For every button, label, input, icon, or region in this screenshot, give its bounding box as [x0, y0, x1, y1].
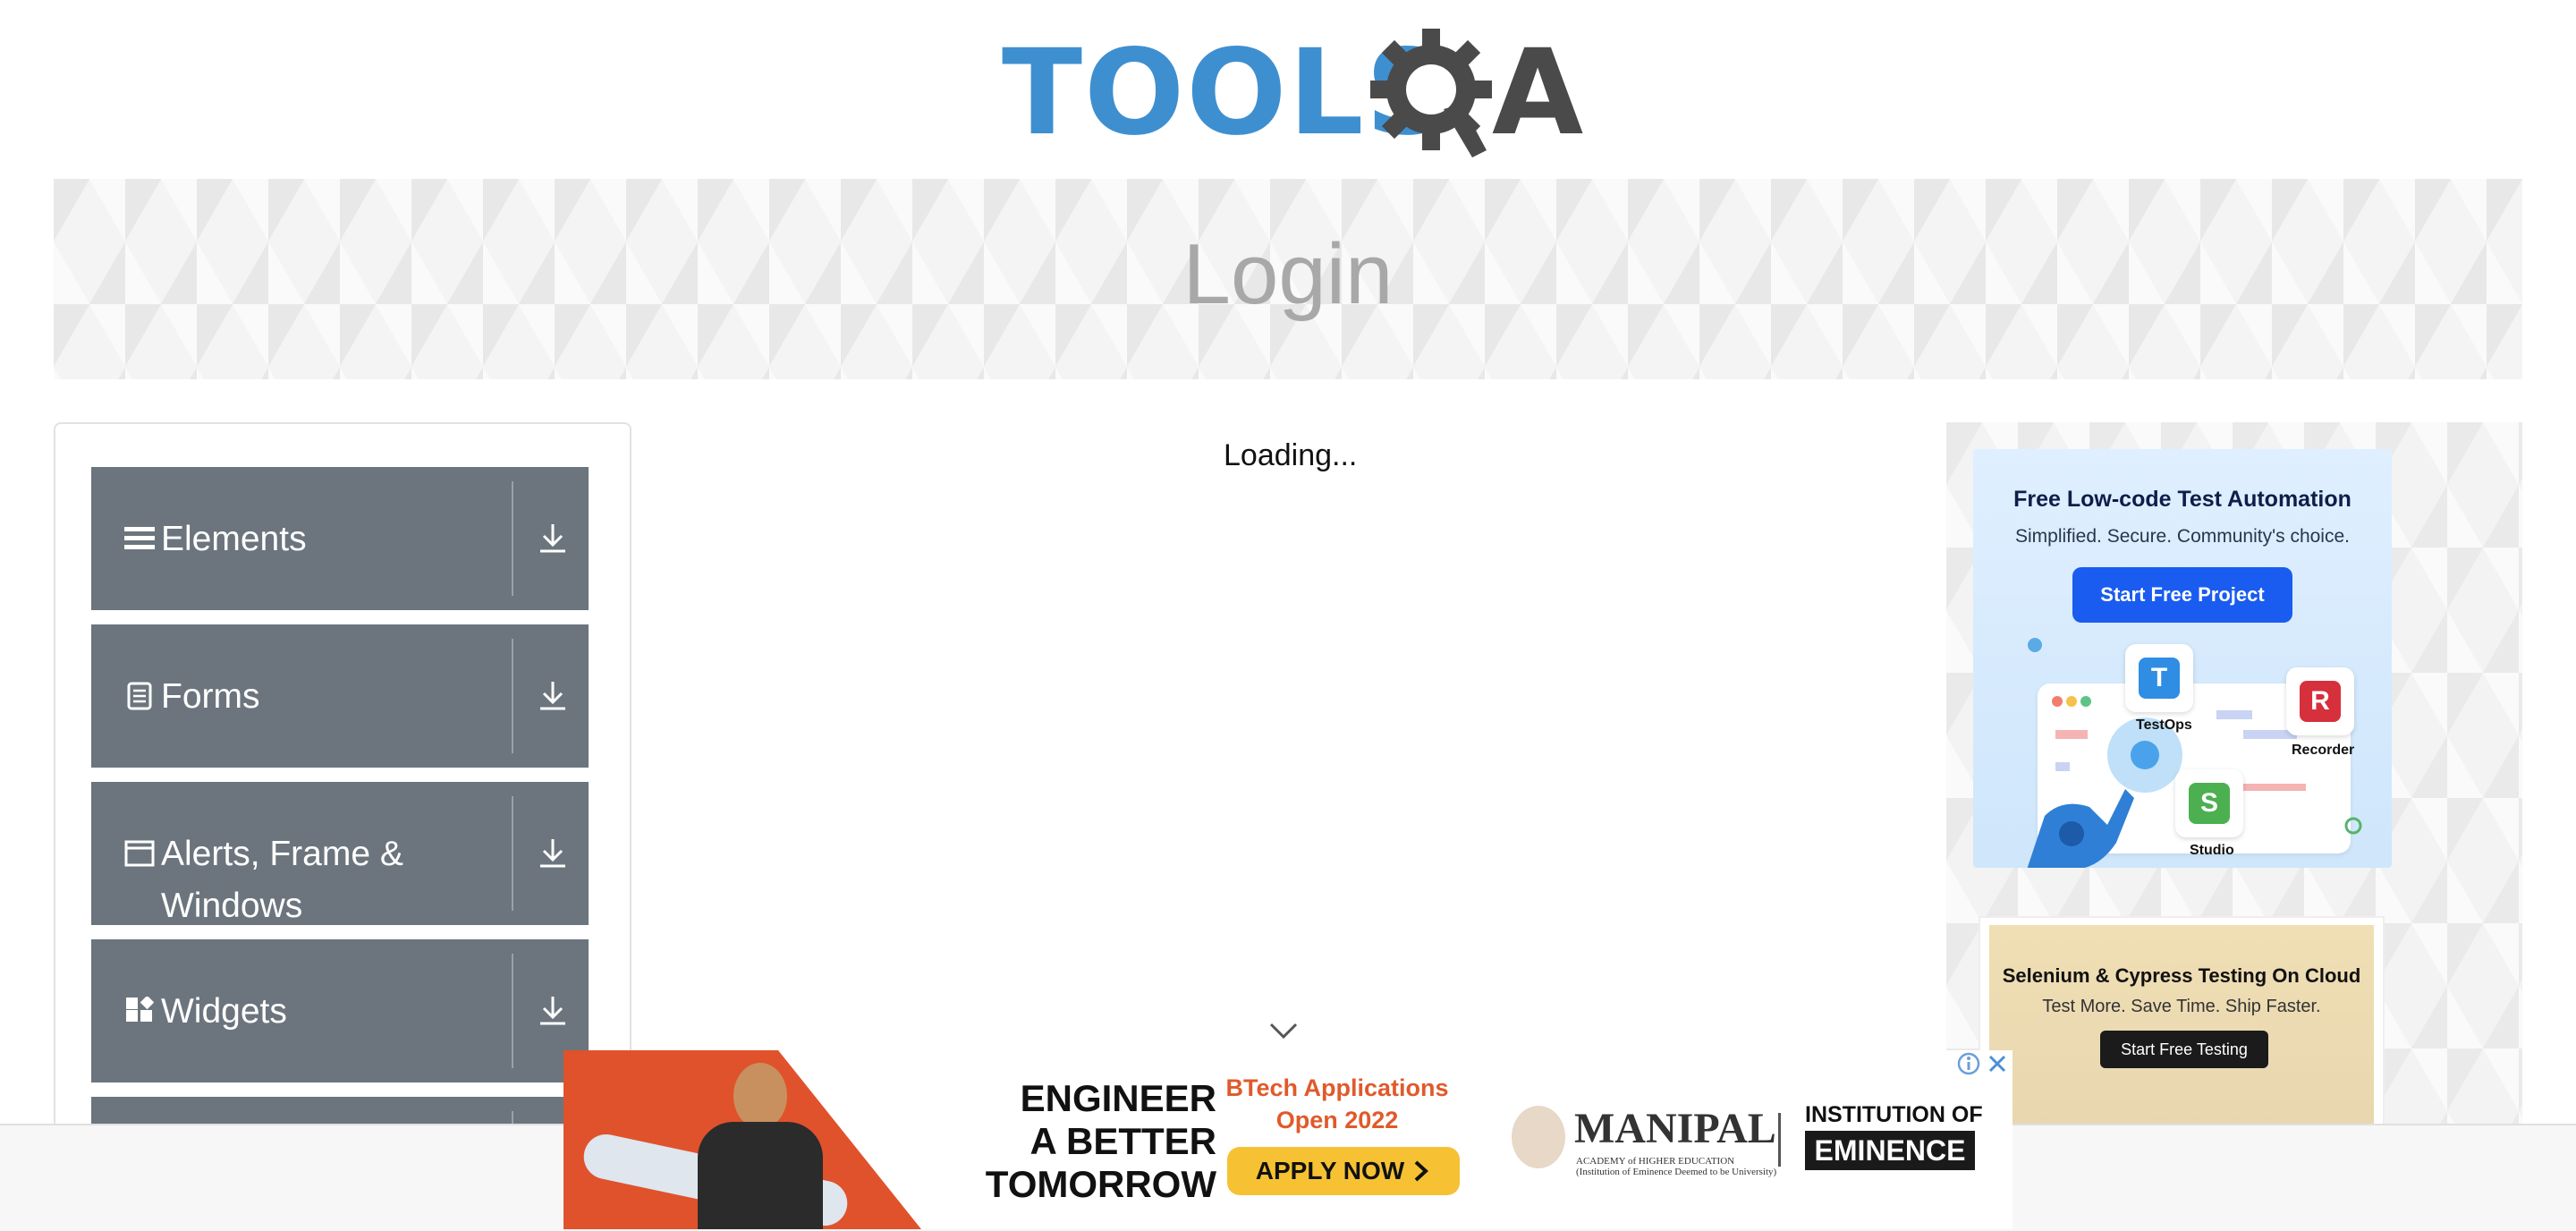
page-title: Login	[1182, 226, 1394, 322]
divider	[512, 481, 513, 596]
ad-subtitle: Test More. Save Time. Ship Faster.	[2042, 997, 2321, 1016]
ad-title: Selenium & Cypress Testing On Cloud	[2002, 964, 2361, 987]
toolsqa-logo[interactable]: TOOLS A	[1002, 27, 1583, 161]
btech-line-1: BTech Applications	[1225, 1074, 1449, 1101]
robot-icon	[2027, 789, 2134, 868]
studio-caption: Studio	[2190, 843, 2234, 858]
gear-icon	[1370, 29, 1492, 157]
person-image	[698, 1059, 823, 1229]
divider	[512, 954, 513, 1068]
loading-indicator: Loading...	[1224, 438, 1358, 472]
apply-now-button[interactable]: APPLY NOW	[1227, 1147, 1460, 1195]
institution-text: INSTITUTION OF	[1805, 1102, 1983, 1127]
start-free-project-button[interactable]: Start Free Project	[2072, 567, 2292, 623]
left-sidebar: Elements Forms Alerts, Frame & Windows W…	[54, 422, 631, 1231]
academy-text: ACADEMY of HIGHER EDUCATION	[1576, 1156, 1735, 1167]
manipal-logo-text: MANIPAL	[1574, 1105, 1776, 1152]
headline-line-2: A BETTER	[1030, 1120, 1216, 1162]
page-banner: Login	[54, 179, 2522, 379]
download-icon[interactable]	[533, 519, 572, 558]
dot-decoration	[2028, 638, 2042, 652]
divider	[512, 796, 513, 911]
ad-headline: ENGINEER A BETTER TOMORROW	[948, 1077, 1216, 1206]
sidebar-group-elements[interactable]: Elements	[91, 467, 589, 610]
btech-line-2: Open 2022	[1275, 1107, 1399, 1133]
sidebar-group-label: Elements	[161, 520, 307, 558]
ad-title: Free Low-code Test Automation	[2013, 487, 2351, 512]
recorder-caption: Recorder	[2292, 743, 2355, 758]
headline-line-1: ENGINEER	[1020, 1077, 1216, 1119]
sidebar-group-label: Alerts, Frame &	[161, 835, 403, 873]
recorder-tile: R	[2286, 667, 2354, 735]
headline-line-3: TOMORROW	[985, 1163, 1216, 1205]
hamburger-icon	[123, 522, 156, 555]
divider	[1778, 1113, 1781, 1167]
document-icon	[123, 680, 156, 712]
widgets-icon	[123, 995, 156, 1027]
start-free-testing-button[interactable]: Start Free Testing	[2100, 1031, 2268, 1068]
ad-inner: Selenium & Cypress Testing On Cloud Test…	[1989, 925, 2374, 1133]
logo-letter: A	[1492, 24, 1584, 162]
studio-tile: S	[2175, 769, 2243, 837]
ad-info-icon[interactable]	[1955, 1050, 1982, 1077]
sidebar-group-label: Forms	[161, 677, 260, 716]
divider	[512, 639, 513, 753]
dot-decoration	[2344, 817, 2362, 835]
download-icon[interactable]	[533, 834, 572, 873]
sidebar-group-label: Widgets	[161, 992, 287, 1031]
person-body	[698, 1122, 823, 1229]
sidebar-group-forms[interactable]: Forms	[91, 624, 589, 768]
ad-katalon[interactable]: Free Low-code Test Automation Simplified…	[1973, 449, 2392, 868]
person-head	[733, 1063, 787, 1129]
chevron-down-icon[interactable]	[1268, 1020, 1299, 1041]
apply-now-label: APPLY NOW	[1255, 1157, 1405, 1184]
chevron-right-icon	[1414, 1160, 1429, 1182]
bottom-ad-manipal[interactable]: ENGINEER A BETTER TOMORROW BTech Applica…	[564, 1050, 2012, 1229]
sidebar-group-label-line2: Windows	[161, 887, 303, 925]
download-icon[interactable]	[533, 991, 572, 1031]
ad-lambdatest[interactable]: Selenium & Cypress Testing On Cloud Test…	[1979, 916, 2385, 1134]
sidebar-group-alerts-frame-windows[interactable]: Alerts, Frame & Windows	[91, 782, 589, 925]
btech-text: BTech Applications Open 2022	[1216, 1072, 1458, 1136]
eminence-badge: EMINENCE	[1805, 1131, 1975, 1170]
testops-tile: T	[2125, 644, 2193, 712]
close-icon[interactable]	[1984, 1050, 2011, 1077]
window-icon	[123, 837, 156, 870]
sidebar-group-widgets[interactable]: Widgets	[91, 939, 589, 1082]
site-header: TOOLS A	[0, 0, 2576, 179]
download-icon[interactable]	[533, 676, 572, 716]
university-seal-icon	[1512, 1106, 1565, 1168]
academy-subtext: (Institution of Eminence Deemed to be Un…	[1576, 1167, 1777, 1177]
ad-subtitle: Simplified. Secure. Community's choice.	[2015, 526, 2350, 547]
testops-caption: TestOps	[2136, 717, 2192, 733]
